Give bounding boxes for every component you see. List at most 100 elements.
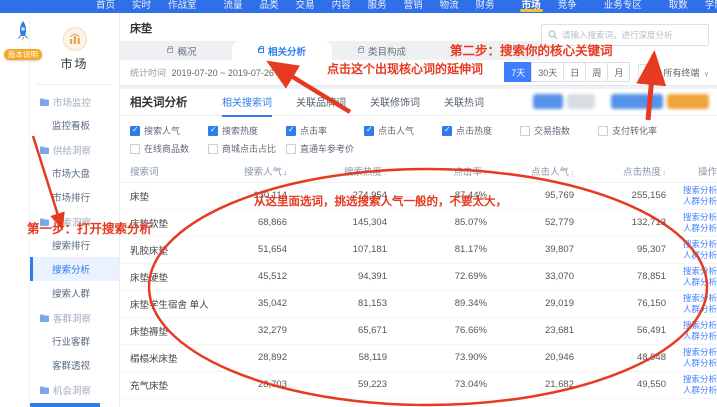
filter-train-ref-price[interactable]: 直通车参考价 bbox=[286, 142, 364, 155]
search-input[interactable] bbox=[562, 30, 702, 40]
nav-item-home[interactable]: 首页 bbox=[96, 0, 115, 13]
filter-pay-conversion[interactable]: 支付转化率 bbox=[598, 124, 690, 137]
pager-next-button[interactable]: › bbox=[638, 64, 655, 81]
sidebar-item-crowd-perspective[interactable]: 客群透视 bbox=[30, 353, 119, 377]
ptab-modifier-words[interactable]: 关联修饰词 bbox=[370, 88, 420, 117]
col-search-popularity-sortable[interactable]: 搜索人气↓ bbox=[215, 160, 287, 182]
nav-item-warroom[interactable]: 作战室 bbox=[168, 0, 197, 13]
blurred-button[interactable] bbox=[533, 94, 563, 109]
filter-click-heat[interactable]: 点击热度 bbox=[442, 124, 520, 137]
nav-item-marketing[interactable]: 营销 bbox=[404, 0, 423, 13]
date-button-7d-active[interactable]: 7天 bbox=[504, 62, 532, 82]
nav-item-bizzone[interactable]: 业务专区 bbox=[604, 0, 642, 13]
crowd-analysis-link[interactable]: 人群分析 bbox=[666, 277, 717, 288]
sidebar-item-market-ranking[interactable]: 市场排行 bbox=[30, 185, 119, 209]
nav-item-finance[interactable]: 财务 bbox=[476, 0, 495, 13]
nav-item-trade[interactable]: 交易 bbox=[296, 0, 315, 13]
col-click-popularity-sortable[interactable]: 点击人气↕ bbox=[487, 160, 574, 182]
checkbox-unchecked-icon[interactable] bbox=[520, 126, 530, 136]
filter-trade-index[interactable]: 交易指数 bbox=[520, 124, 598, 137]
search-analysis-link[interactable]: 搜索分析 bbox=[666, 185, 717, 196]
search-analysis-link[interactable]: 搜索分析 bbox=[666, 374, 717, 385]
nav-item-traffic[interactable]: 流量 bbox=[224, 0, 243, 13]
crowd-analysis-link[interactable]: 人群分析 bbox=[666, 223, 717, 234]
nav-item-logistics[interactable]: 物流 bbox=[440, 0, 459, 13]
tab-related-analysis-active[interactable]: 相关分析 bbox=[232, 41, 332, 60]
filter-label: 在线商品数 bbox=[144, 142, 189, 155]
blurred-button[interactable] bbox=[611, 94, 663, 109]
crowd-analysis-link[interactable]: 人群分析 bbox=[666, 304, 717, 315]
nav-item-service[interactable]: 服务 bbox=[368, 0, 387, 13]
filter-online-items[interactable]: 在线商品数 bbox=[130, 142, 208, 155]
date-button-month[interactable]: 月 bbox=[607, 62, 630, 82]
search-analysis-link[interactable]: 搜索分析 bbox=[666, 347, 717, 358]
checkbox-unchecked-icon[interactable] bbox=[286, 144, 296, 154]
checkbox-checked-icon[interactable] bbox=[364, 126, 374, 136]
sidebar-item-search-crowd[interactable]: 搜索人群 bbox=[30, 281, 119, 305]
date-button-week[interactable]: 周 bbox=[585, 62, 608, 82]
nav-item-market-active[interactable]: 市场 bbox=[522, 0, 541, 13]
col-click-rate-sortable[interactable]: 点击率↕ bbox=[387, 160, 487, 182]
blurred-button[interactable] bbox=[667, 94, 709, 109]
col-search-heat-sortable[interactable]: 搜索热度↕ bbox=[287, 160, 387, 182]
version-badge[interactable]: 版本说明 bbox=[4, 49, 42, 60]
ptab-brand-words[interactable]: 关联品牌词 bbox=[296, 88, 346, 117]
crowd-analysis-link[interactable]: 人群分析 bbox=[666, 358, 717, 369]
sidebar-item-market-overview[interactable]: 市场大盘 bbox=[30, 161, 119, 185]
checkbox-checked-icon[interactable] bbox=[286, 126, 296, 136]
filter-search-popularity[interactable]: 搜索人气 bbox=[130, 124, 208, 137]
nav-item-academy[interactable]: 学院 bbox=[705, 0, 717, 13]
sort-desc-icon[interactable]: ↓ bbox=[283, 168, 287, 177]
checkbox-checked-icon[interactable] bbox=[442, 126, 452, 136]
filter-label: 搜索人气 bbox=[144, 124, 180, 137]
nav-item-content[interactable]: 内容 bbox=[332, 0, 351, 13]
ptab-hot-words[interactable]: 关联热词 bbox=[444, 88, 484, 117]
cell-click-rate: 73.04% bbox=[387, 371, 487, 398]
nav-item-compete[interactable]: 竞争 bbox=[558, 0, 577, 13]
filter-search-heat[interactable]: 搜索热度 bbox=[208, 124, 286, 137]
sort-icon[interactable]: ↕ bbox=[662, 168, 666, 177]
sidebar-item-industry-crowd[interactable]: 行业客群 bbox=[30, 329, 119, 353]
date-button-30d[interactable]: 30天 bbox=[531, 62, 564, 82]
cell-click-popularity: 20,946 bbox=[487, 344, 574, 371]
sort-icon[interactable]: ↕ bbox=[483, 168, 487, 177]
blurred-button[interactable] bbox=[567, 94, 595, 109]
checkbox-checked-icon[interactable] bbox=[208, 126, 218, 136]
nav-item-category[interactable]: 品类 bbox=[260, 0, 279, 13]
filter-click-rate[interactable]: 点击率 bbox=[286, 124, 364, 137]
search-analysis-link[interactable]: 搜索分析 bbox=[666, 293, 717, 304]
crowd-analysis-link[interactable]: 人群分析 bbox=[666, 196, 717, 207]
checkbox-unchecked-icon[interactable] bbox=[598, 126, 608, 136]
sidebar-item-search-ranking[interactable]: 搜索排行 bbox=[30, 233, 119, 257]
checkbox-unchecked-icon[interactable] bbox=[208, 144, 218, 154]
search-analysis-link[interactable]: 搜索分析 bbox=[666, 266, 717, 277]
search-analysis-link[interactable]: 搜索分析 bbox=[666, 239, 717, 250]
terminal-filter-dropdown[interactable]: 所有终端 ∨ bbox=[663, 66, 709, 79]
date-button-day[interactable]: 日 bbox=[563, 62, 586, 82]
crowd-analysis-link[interactable]: 人群分析 bbox=[666, 385, 717, 396]
checkbox-unchecked-icon[interactable] bbox=[130, 144, 140, 154]
search-analysis-link[interactable]: 搜索分析 bbox=[666, 212, 717, 223]
col-click-heat-sortable[interactable]: 点击热度↕ bbox=[574, 160, 666, 182]
nav-item-realtime[interactable]: 实时 bbox=[132, 0, 151, 13]
tab-overview[interactable]: 概况 bbox=[132, 41, 232, 60]
keywords-table: 搜索词 搜索人气↓ 搜索热度↕ 点击率↕ 点击人气↕ 点击热度↕ 操作 床垫 1… bbox=[120, 160, 717, 399]
filter-mall-click-share[interactable]: 商城点击占比 bbox=[208, 142, 286, 155]
nav-item-data[interactable]: 取数 bbox=[669, 0, 688, 13]
tab-category-composition[interactable]: 类目构成 bbox=[332, 41, 432, 60]
ptab-related-search-words-active[interactable]: 相关搜索词 bbox=[222, 88, 272, 117]
table-row: 床垫软垫 68,866 145,304 85.07% 52,779 132,71… bbox=[120, 209, 717, 236]
sort-icon[interactable]: ↕ bbox=[383, 168, 387, 177]
cell-click-popularity: 52,779 bbox=[487, 209, 574, 236]
checkbox-checked-icon[interactable] bbox=[130, 126, 140, 136]
sidebar-item-search-analysis-active[interactable]: 搜索分析 bbox=[30, 257, 119, 281]
filter-click-popularity[interactable]: 点击人气 bbox=[364, 124, 442, 137]
search-analysis-link[interactable]: 搜索分析 bbox=[666, 320, 717, 331]
sort-icon[interactable]: ↕ bbox=[570, 168, 574, 177]
crowd-analysis-link[interactable]: 人群分析 bbox=[666, 250, 717, 261]
crowd-analysis-link[interactable]: 人群分析 bbox=[666, 331, 717, 342]
sidebar-item-monitor-board[interactable]: 监控看板 bbox=[30, 113, 119, 137]
version-widget[interactable]: 版本说明 bbox=[3, 20, 43, 62]
search-box[interactable] bbox=[541, 24, 709, 46]
rocket-icon bbox=[12, 20, 34, 44]
